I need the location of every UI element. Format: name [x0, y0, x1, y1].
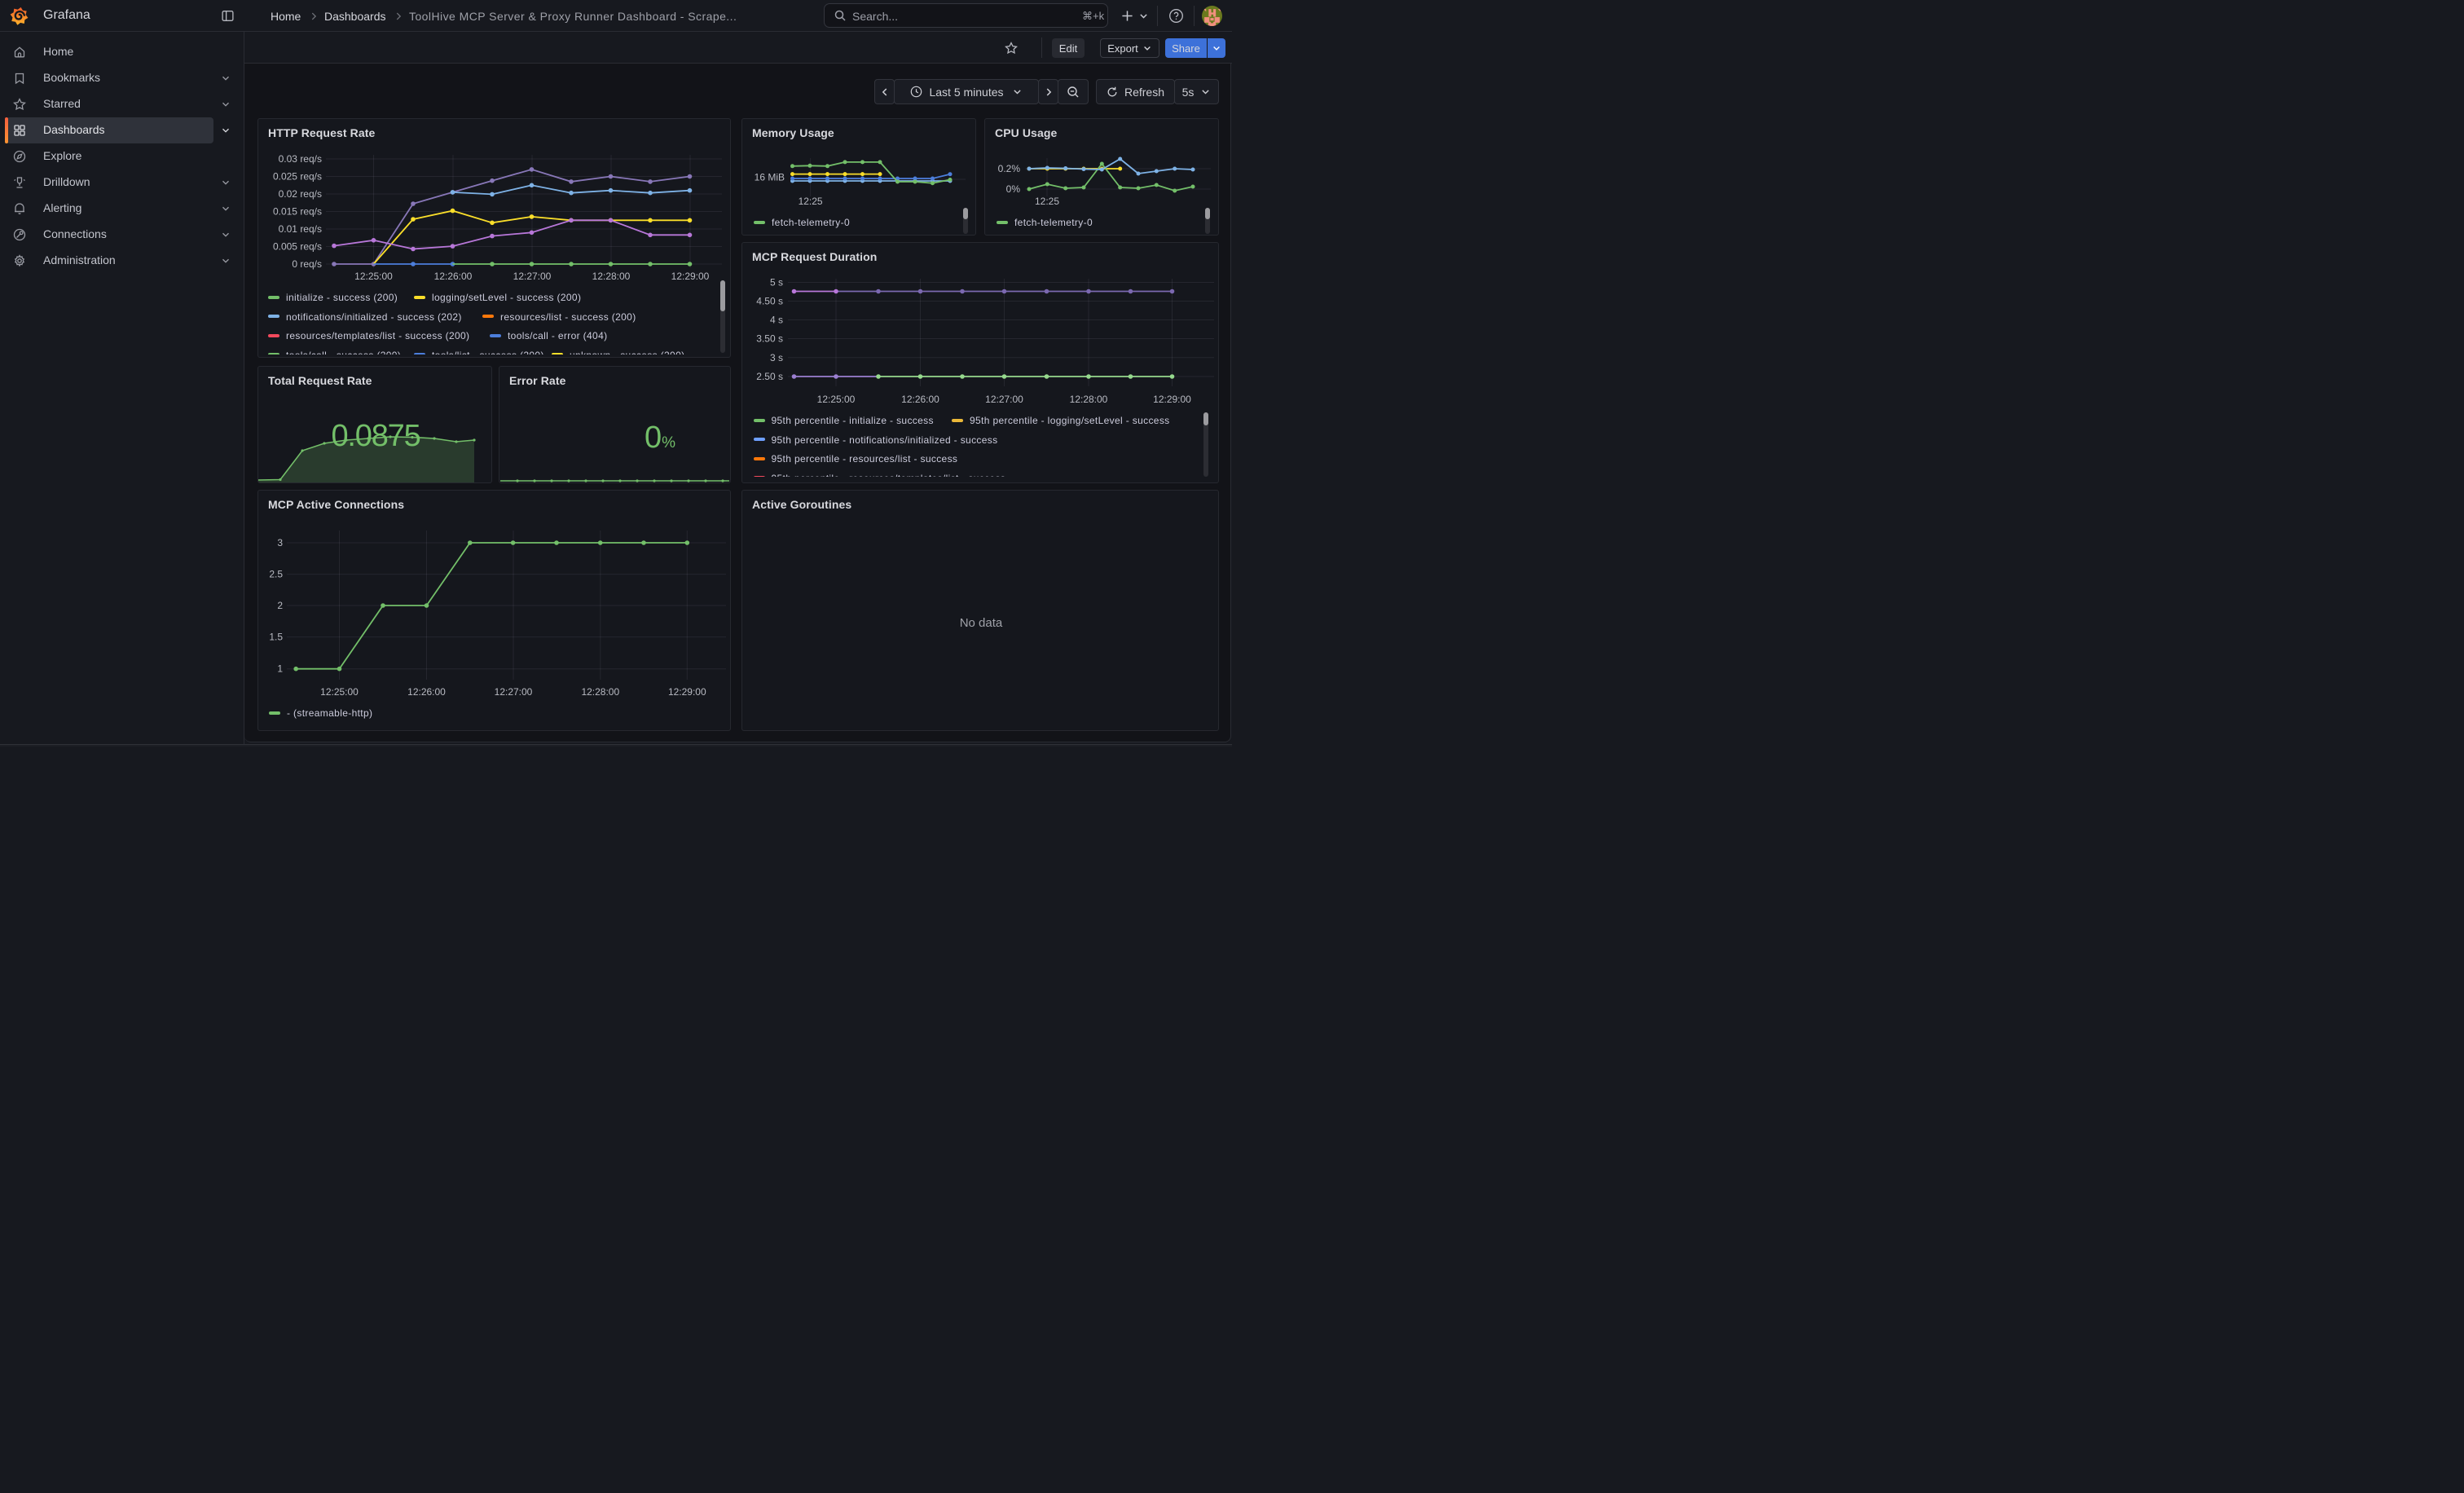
svg-text:2.50 s: 2.50 s	[756, 371, 783, 382]
svg-text:0.025 req/s: 0.025 req/s	[273, 171, 322, 183]
svg-text:12:25:00: 12:25:00	[320, 686, 359, 698]
svg-text:12:28:00: 12:28:00	[592, 271, 631, 282]
svg-text:12:26:00: 12:26:00	[434, 271, 473, 282]
svg-text:5 s: 5 s	[770, 277, 783, 288]
svg-text:12:28:00: 12:28:00	[581, 686, 619, 698]
svg-text:2.5: 2.5	[269, 569, 283, 580]
svg-text:12:29:00: 12:29:00	[1153, 394, 1191, 405]
svg-text:12:27:00: 12:27:00	[985, 394, 1023, 405]
svg-text:12:25:00: 12:25:00	[817, 394, 856, 405]
svg-text:16 MiB: 16 MiB	[755, 172, 785, 183]
svg-text:0.005 req/s: 0.005 req/s	[273, 241, 322, 253]
svg-text:0%: 0%	[1006, 183, 1021, 195]
svg-text:3 s: 3 s	[770, 352, 783, 363]
svg-text:12:25: 12:25	[1035, 196, 1059, 207]
svg-text:12:29:00: 12:29:00	[668, 686, 706, 698]
svg-text:2: 2	[277, 600, 283, 611]
svg-text:0.02 req/s: 0.02 req/s	[279, 188, 322, 200]
svg-text:4 s: 4 s	[770, 315, 783, 326]
svg-text:12:29:00: 12:29:00	[671, 271, 710, 282]
svg-text:0 req/s: 0 req/s	[292, 258, 322, 270]
svg-text:0.01 req/s: 0.01 req/s	[279, 223, 322, 235]
svg-text:0.2%: 0.2%	[998, 163, 1021, 174]
svg-text:3: 3	[277, 537, 283, 548]
svg-text:0.03 req/s: 0.03 req/s	[279, 153, 322, 165]
svg-text:12:26:00: 12:26:00	[407, 686, 446, 698]
svg-text:1: 1	[277, 663, 283, 675]
svg-text:4.50 s: 4.50 s	[756, 296, 783, 307]
svg-text:12:25: 12:25	[799, 196, 823, 207]
svg-text:3.50 s: 3.50 s	[756, 333, 783, 345]
svg-text:12:25:00: 12:25:00	[354, 271, 393, 282]
svg-text:12:27:00: 12:27:00	[513, 271, 552, 282]
svg-text:12:27:00: 12:27:00	[495, 686, 533, 698]
svg-text:12:28:00: 12:28:00	[1070, 394, 1108, 405]
svg-text:0.015 req/s: 0.015 req/s	[273, 206, 322, 218]
svg-text:12:26:00: 12:26:00	[901, 394, 939, 405]
svg-text:1.5: 1.5	[269, 632, 283, 643]
